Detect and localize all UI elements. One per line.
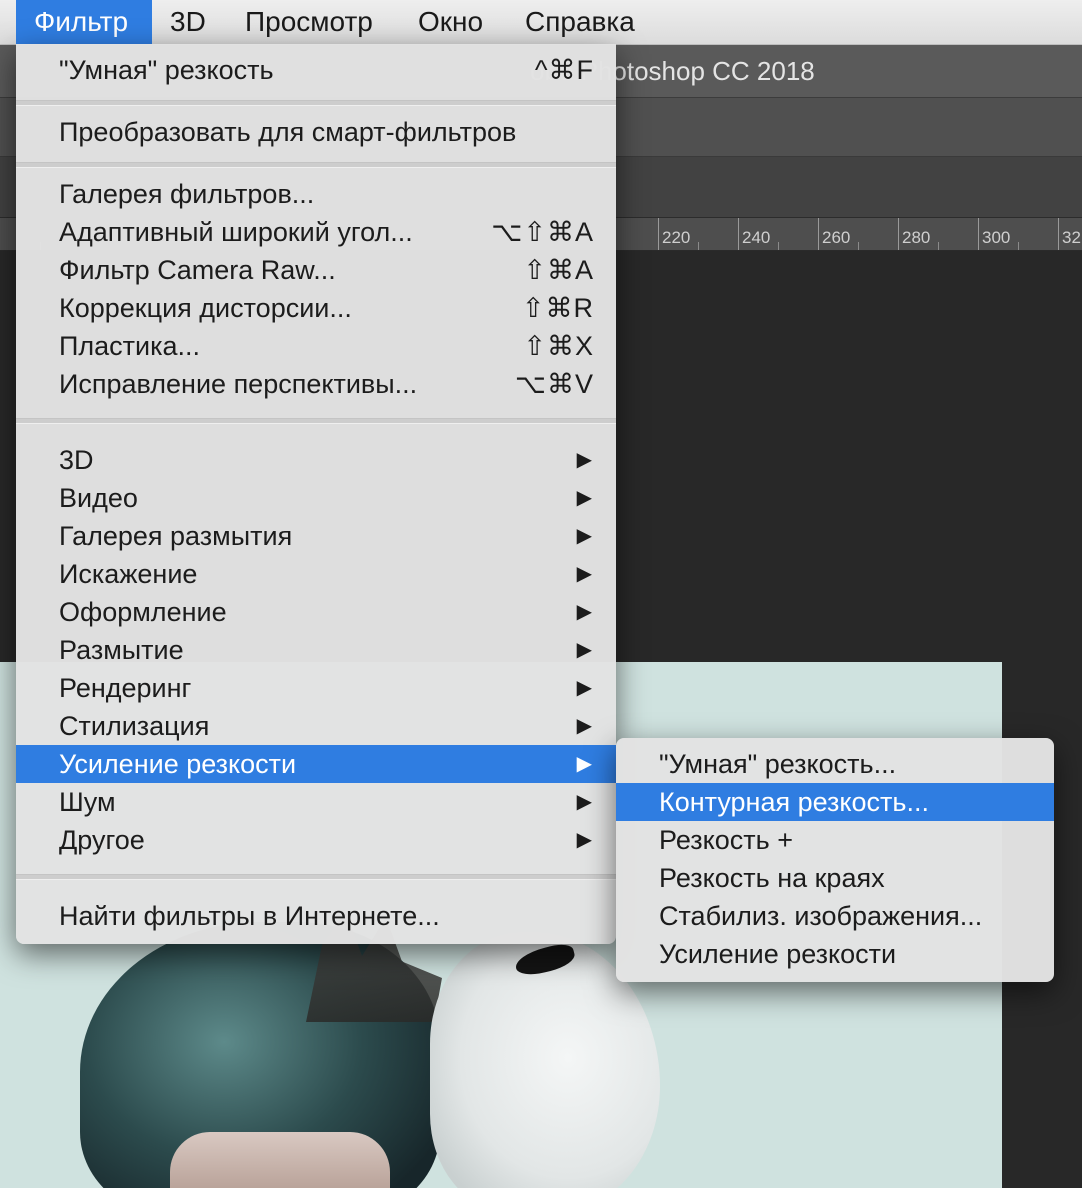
submenu-item-noise[interactable]: Шум ▶ bbox=[16, 783, 616, 821]
menu-item-label: Исправление перспективы... bbox=[59, 369, 418, 399]
menu-item-label: Рендеринг bbox=[59, 673, 192, 703]
submenu-arrow-icon: ▶ bbox=[576, 829, 592, 851]
menu-item-label: Фильтр Camera Raw... bbox=[59, 255, 336, 285]
menu-item-browse-filters-online[interactable]: Найти фильтры в Интернете... bbox=[16, 897, 616, 935]
menu-item-shortcut: ⇧⌘R bbox=[521, 293, 594, 323]
menu-item-label: Усиление резкости bbox=[59, 749, 297, 779]
menu-help[interactable]: Справка bbox=[507, 0, 653, 44]
menu-item-liquify[interactable]: Пластика... ⇧⌘X bbox=[16, 327, 616, 365]
submenu-arrow-icon: ▶ bbox=[576, 753, 592, 775]
menu-item-convert-smart-filters[interactable]: Преобразовать для смарт-фильтров bbox=[16, 113, 616, 151]
menu-separator bbox=[16, 162, 616, 168]
menu-item-label: Галерея размытия bbox=[59, 521, 293, 551]
ruler-minor-tick bbox=[938, 242, 939, 250]
menu-item-filter-gallery[interactable]: Галерея фильтров... bbox=[16, 175, 616, 213]
menu-item-label: 3D bbox=[59, 445, 94, 475]
menu-item-label: Искажение bbox=[59, 559, 198, 589]
menu-item-label: Коррекция дисторсии... bbox=[59, 293, 352, 323]
submenu-item-unsharp-mask[interactable]: Контурная резкость... bbox=[616, 783, 1054, 821]
submenu-item-smart-sharpen[interactable]: "Умная" резкость... bbox=[616, 745, 1054, 783]
menu-bar: Фильтр 3D Просмотр Окно Справка bbox=[0, 0, 1082, 45]
submenu-arrow-icon: ▶ bbox=[576, 525, 592, 547]
submenu-arrow-icon: ▶ bbox=[576, 677, 592, 699]
ruler-label: 220 bbox=[658, 218, 690, 250]
menu-item-vanishing-point[interactable]: Исправление перспективы... ⌥⌘V bbox=[16, 365, 616, 403]
ruler-minor-tick bbox=[698, 242, 699, 250]
menu-item-shortcut: ^⌘F bbox=[534, 55, 594, 85]
menu-item-label: Найти фильтры в Интернете... bbox=[59, 901, 440, 931]
ruler-label: 32 bbox=[1058, 218, 1081, 250]
menu-item-label: Преобразовать для смарт-фильтров bbox=[59, 117, 517, 147]
submenu-item-sharpen-basic[interactable]: Усиление резкости bbox=[616, 935, 1054, 973]
submenu-arrow-icon: ▶ bbox=[576, 715, 592, 737]
submenu-arrow-icon: ▶ bbox=[576, 563, 592, 585]
menu-item-label: Усиление резкости bbox=[659, 939, 897, 969]
submenu-item-3d[interactable]: 3D ▶ bbox=[16, 441, 616, 479]
menu-separator bbox=[16, 100, 616, 106]
menu-item-label: Резкость на краях bbox=[659, 863, 885, 893]
submenu-item-sharpen[interactable]: Усиление резкости ▶ bbox=[16, 745, 616, 783]
menu-item-label: Адаптивный широкий угол... bbox=[59, 217, 413, 247]
menu-item-shortcut: ⌥⇧⌘A bbox=[491, 217, 594, 247]
menu-item-label: Стабилиз. изображения... bbox=[659, 901, 983, 931]
sharpen-submenu: "Умная" резкость... Контурная резкость..… bbox=[616, 738, 1054, 982]
menu-item-label: Видео bbox=[59, 483, 138, 513]
menu-window[interactable]: Окно bbox=[400, 0, 501, 44]
ruler-minor-tick bbox=[858, 242, 859, 250]
menu-item-last-filter[interactable]: "Умная" резкость ^⌘F bbox=[16, 51, 616, 89]
submenu-arrow-icon: ▶ bbox=[576, 449, 592, 471]
submenu-item-blur-gallery[interactable]: Галерея размытия ▶ bbox=[16, 517, 616, 555]
submenu-arrow-icon: ▶ bbox=[576, 487, 592, 509]
submenu-arrow-icon: ▶ bbox=[576, 601, 592, 623]
menu-item-label: "Умная" резкость... bbox=[659, 749, 897, 779]
submenu-item-stylize[interactable]: Стилизация ▶ bbox=[16, 707, 616, 745]
ruler-minor-tick bbox=[778, 242, 779, 250]
submenu-item-sharpen-edges[interactable]: Резкость на краях bbox=[616, 859, 1054, 897]
submenu-item-blur[interactable]: Размытие ▶ bbox=[16, 631, 616, 669]
submenu-item-other[interactable]: Другое ▶ bbox=[16, 821, 616, 859]
ruler-label: 240 bbox=[738, 218, 770, 250]
submenu-item-pixelate[interactable]: Оформление ▶ bbox=[16, 593, 616, 631]
menu-item-label: Оформление bbox=[59, 597, 227, 627]
menu-3d[interactable]: 3D bbox=[152, 0, 224, 44]
submenu-arrow-icon: ▶ bbox=[576, 639, 592, 661]
menu-item-label: Галерея фильтров... bbox=[59, 179, 315, 209]
menu-item-label: "Умная" резкость bbox=[59, 55, 274, 85]
artwork-hand bbox=[170, 1132, 390, 1188]
menu-item-adaptive-wide-angle[interactable]: Адаптивный широкий угол... ⌥⇧⌘A bbox=[16, 213, 616, 251]
submenu-item-render[interactable]: Рендеринг ▶ bbox=[16, 669, 616, 707]
menu-item-label: Шум bbox=[59, 787, 116, 817]
menu-item-label: Размытие bbox=[59, 635, 184, 665]
submenu-item-sharpen-more[interactable]: Резкость + bbox=[616, 821, 1054, 859]
menu-separator bbox=[16, 418, 616, 424]
submenu-item-video[interactable]: Видео ▶ bbox=[16, 479, 616, 517]
menu-item-label: Другое bbox=[59, 825, 145, 855]
menu-item-shortcut: ⌥⌘V bbox=[514, 369, 594, 399]
ruler-minor-tick bbox=[1018, 242, 1019, 250]
menu-item-label: Резкость + bbox=[659, 825, 793, 855]
ruler-label: 260 bbox=[818, 218, 850, 250]
menu-filter[interactable]: Фильтр bbox=[16, 0, 152, 44]
ruler-label: 280 bbox=[898, 218, 930, 250]
submenu-item-shake-reduction[interactable]: Стабилиз. изображения... bbox=[616, 897, 1054, 935]
ruler-label: 300 bbox=[978, 218, 1010, 250]
menu-item-label: Стилизация bbox=[59, 711, 210, 741]
menu-separator bbox=[16, 874, 616, 880]
menu-item-label: Контурная резкость... bbox=[659, 787, 929, 817]
menu-item-camera-raw[interactable]: Фильтр Camera Raw... ⇧⌘A bbox=[16, 251, 616, 289]
menu-item-shortcut: ⇧⌘A bbox=[523, 255, 594, 285]
menu-item-lens-correction[interactable]: Коррекция дисторсии... ⇧⌘R bbox=[16, 289, 616, 327]
menu-item-label: Пластика... bbox=[59, 331, 201, 361]
menu-view[interactable]: Просмотр bbox=[227, 0, 391, 44]
filter-menu: "Умная" резкость ^⌘F Преобразовать для с… bbox=[16, 44, 616, 944]
menu-item-shortcut: ⇧⌘X bbox=[523, 331, 594, 361]
submenu-item-distort[interactable]: Искажение ▶ bbox=[16, 555, 616, 593]
submenu-arrow-icon: ▶ bbox=[576, 791, 592, 813]
